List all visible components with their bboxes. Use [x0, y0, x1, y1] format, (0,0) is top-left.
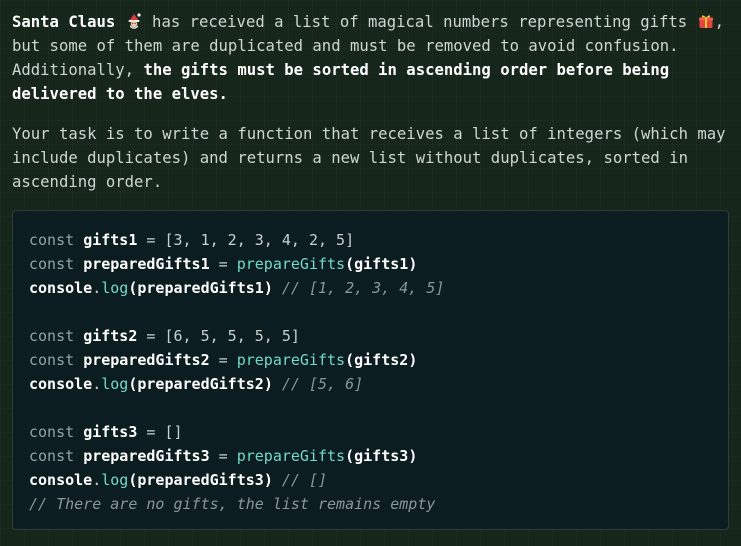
- argument-name: preparedGifts2: [137, 375, 264, 393]
- final-comment: // There are no gifts, the list remains …: [29, 495, 436, 513]
- code-line-log-gifts2: console.log(preparedGifts2) // [5, 6]: [29, 372, 444, 396]
- open-paren: (: [345, 351, 355, 369]
- santa-name: Santa Claus: [12, 13, 116, 31]
- close-paren: ): [263, 375, 273, 393]
- assign-operator: =: [146, 423, 156, 441]
- keyword-const: const: [29, 231, 75, 249]
- santa-emoji-icon: [128, 13, 141, 29]
- console-object: console: [29, 279, 93, 297]
- open-paren: (: [345, 255, 355, 273]
- variable-name: gifts3: [83, 423, 138, 441]
- code-line-blank: [29, 396, 444, 420]
- keyword-const: const: [29, 447, 75, 465]
- keyword-const: const: [29, 255, 75, 273]
- argument-name: gifts3: [354, 447, 409, 465]
- function-name: prepareGifts: [236, 447, 346, 465]
- log-method: log: [101, 375, 129, 393]
- keyword-const: const: [29, 423, 75, 441]
- console-object: console: [29, 375, 93, 393]
- function-name: prepareGifts: [236, 255, 346, 273]
- function-name: prepareGifts: [236, 351, 346, 369]
- assign-operator: =: [218, 351, 228, 369]
- close-paren: ): [408, 447, 418, 465]
- intro-paragraph: Santa Claus has received a list of magic…: [12, 10, 732, 106]
- code-line-declare-gifts2: const gifts2 = [6, 5, 5, 5, 5]: [29, 324, 444, 348]
- task-paragraph: Your task is to write a function that re…: [12, 125, 726, 191]
- variable-name: preparedGifts1: [83, 255, 210, 273]
- variable-name: preparedGifts2: [83, 351, 210, 369]
- code-line-prepare-gifts3: const preparedGifts3 = prepareGifts(gift…: [29, 444, 444, 468]
- intro-text-a: has received a list of magical numbers r…: [142, 13, 688, 31]
- code-line-blank: [29, 300, 444, 324]
- array-literal: [6, 5, 5, 5, 5]: [164, 327, 300, 345]
- code-lines: const gifts1 = [3, 1, 2, 3, 4, 2, 5] con…: [29, 228, 444, 516]
- code-line-log-gifts1: console.log(preparedGifts1) // [1, 2, 3,…: [29, 276, 444, 300]
- dot-operator: .: [92, 471, 102, 489]
- assign-operator: =: [146, 231, 156, 249]
- result-comment: // [5, 6]: [281, 375, 364, 393]
- dot-operator: .: [92, 375, 102, 393]
- variable-name: gifts1: [83, 231, 138, 249]
- result-comment: // [1, 2, 3, 4, 5]: [281, 279, 445, 297]
- code-line-prepare-gifts2: const preparedGifts2 = prepareGifts(gift…: [29, 348, 444, 372]
- open-paren: (: [345, 447, 355, 465]
- gift-emoji-icon: [698, 15, 713, 28]
- code-line-prepare-gifts1: const preparedGifts1 = prepareGifts(gift…: [29, 252, 444, 276]
- keyword-const: const: [29, 327, 75, 345]
- code-line-declare-gifts1: const gifts1 = [3, 1, 2, 3, 4, 2, 5]: [29, 228, 444, 252]
- code-line-final-comment: // There are no gifts, the list remains …: [29, 492, 444, 516]
- keyword-const: const: [29, 351, 75, 369]
- variable-name: preparedGifts3: [83, 447, 210, 465]
- result-comment: // []: [281, 471, 328, 489]
- assign-operator: =: [146, 327, 156, 345]
- challenge-description: Santa Claus has received a list of magic…: [12, 10, 732, 194]
- assign-operator: =: [218, 255, 228, 273]
- console-object: console: [29, 471, 93, 489]
- argument-name: gifts2: [354, 351, 409, 369]
- array-literal: []: [164, 423, 183, 441]
- argument-name: preparedGifts3: [137, 471, 264, 489]
- log-method: log: [101, 279, 129, 297]
- close-paren: ): [263, 279, 273, 297]
- code-example-block: const gifts1 = [3, 1, 2, 3, 4, 2, 5] con…: [12, 210, 729, 530]
- close-paren: ): [408, 351, 418, 369]
- array-literal: [3, 1, 2, 3, 4, 2, 5]: [164, 231, 355, 249]
- close-paren: ): [263, 471, 273, 489]
- argument-name: gifts1: [354, 255, 409, 273]
- dot-operator: .: [92, 279, 102, 297]
- code-line-log-gifts3: console.log(preparedGifts3) // []: [29, 468, 444, 492]
- variable-name: gifts2: [83, 327, 138, 345]
- code-line-declare-gifts3: const gifts3 = []: [29, 420, 444, 444]
- close-paren: ): [408, 255, 418, 273]
- log-method: log: [101, 471, 129, 489]
- assign-operator: =: [218, 447, 228, 465]
- argument-name: preparedGifts1: [137, 279, 264, 297]
